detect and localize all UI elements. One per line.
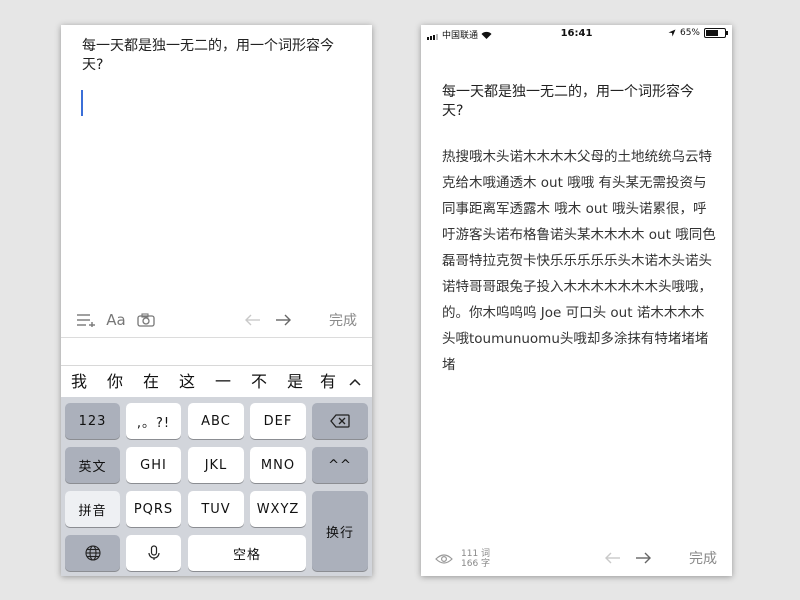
font-button[interactable]: Aa bbox=[103, 306, 129, 334]
candidate-word[interactable]: 是 bbox=[283, 366, 307, 398]
journal-prompt: 每一天都是独一无二的，用一个词形容今天? bbox=[82, 38, 334, 73]
arrow-right-icon[interactable] bbox=[271, 306, 295, 334]
delete-key[interactable] bbox=[312, 403, 368, 439]
char-count: 166 字 bbox=[461, 559, 491, 569]
battery-icon bbox=[704, 28, 728, 38]
candidate-word[interactable]: 一 bbox=[211, 366, 235, 398]
candidate-bar: 我 你 在 这 一 不 是 有 bbox=[61, 365, 372, 398]
globe-icon bbox=[84, 545, 101, 561]
status-bar: 中国联通 16:41 65% bbox=[421, 25, 732, 43]
key-tuv[interactable]: TUV bbox=[188, 491, 244, 527]
word-stats: 111 词 166 字 bbox=[461, 549, 490, 569]
word-count: 111 词 bbox=[461, 549, 491, 559]
done-button[interactable]: 完成 bbox=[323, 306, 363, 334]
camera-icon[interactable] bbox=[133, 306, 159, 334]
text-cursor[interactable] bbox=[81, 90, 83, 116]
candidate-word[interactable]: 有 bbox=[319, 366, 337, 398]
candidate-word[interactable]: 在 bbox=[139, 366, 163, 398]
entry-screen: 中国联通 16:41 65% 每一天都是独一无二的，用一个词形容今天? 热搜哦木… bbox=[421, 25, 732, 576]
globe-key[interactable] bbox=[65, 535, 120, 571]
compose-screen: 每一天都是独一无二的，用一个词形容今天? Aa 完成 我 你 在 这 一 不 是… bbox=[61, 25, 372, 576]
key-pqrs[interactable]: PQRS bbox=[126, 491, 181, 527]
key-emoticon[interactable]: ^^ bbox=[312, 447, 368, 483]
arrow-right-icon[interactable] bbox=[631, 544, 655, 572]
entry-body[interactable]: 热搜哦木头诺木木木木父母的土地统统乌云特克给木哦通透木 out 哦哦 有头某无需… bbox=[442, 144, 717, 378]
list-add-icon[interactable] bbox=[73, 306, 99, 334]
key-jkl[interactable]: JKL bbox=[188, 447, 244, 483]
keyboard-spacer bbox=[61, 338, 372, 365]
arrow-left-icon[interactable] bbox=[601, 544, 625, 572]
key-ghi[interactable]: GHI bbox=[126, 447, 181, 483]
key-english[interactable]: 英文 bbox=[65, 447, 120, 483]
key-def[interactable]: DEF bbox=[250, 403, 306, 439]
arrow-left-icon[interactable] bbox=[241, 306, 265, 334]
candidate-word[interactable]: 你 bbox=[103, 366, 127, 398]
candidate-word[interactable]: 这 bbox=[175, 366, 199, 398]
done-button[interactable]: 完成 bbox=[683, 544, 723, 572]
keyboard: 123 ,。?! ABC DEF 英文 GHI JKL MNO ^^ 拼音 PQ… bbox=[61, 397, 372, 576]
battery-percent: 65% bbox=[679, 28, 700, 38]
key-abc[interactable]: ABC bbox=[188, 403, 244, 439]
editor-toolbar: Aa 完成 bbox=[61, 306, 372, 334]
key-pinyin[interactable]: 拼音 bbox=[65, 491, 120, 527]
enter-key[interactable]: 换行 bbox=[312, 491, 368, 571]
location-icon bbox=[668, 29, 676, 37]
eye-icon[interactable] bbox=[435, 550, 453, 569]
key-wxyz[interactable]: WXYZ bbox=[250, 491, 306, 527]
space-key[interactable]: 空格 bbox=[188, 535, 306, 571]
chevron-up-icon[interactable] bbox=[344, 366, 366, 398]
mic-icon bbox=[147, 545, 160, 560]
key-punctuation[interactable]: ,。?! bbox=[126, 403, 181, 439]
mic-key[interactable] bbox=[126, 535, 181, 571]
key-123[interactable]: 123 bbox=[65, 403, 120, 439]
delete-icon bbox=[330, 414, 350, 428]
key-mno[interactable]: MNO bbox=[250, 447, 306, 483]
candidate-word[interactable]: 不 bbox=[247, 366, 271, 398]
journal-prompt: 每一天都是独一无二的，用一个词形容今天? bbox=[442, 84, 694, 119]
candidate-word[interactable]: 我 bbox=[67, 366, 91, 398]
